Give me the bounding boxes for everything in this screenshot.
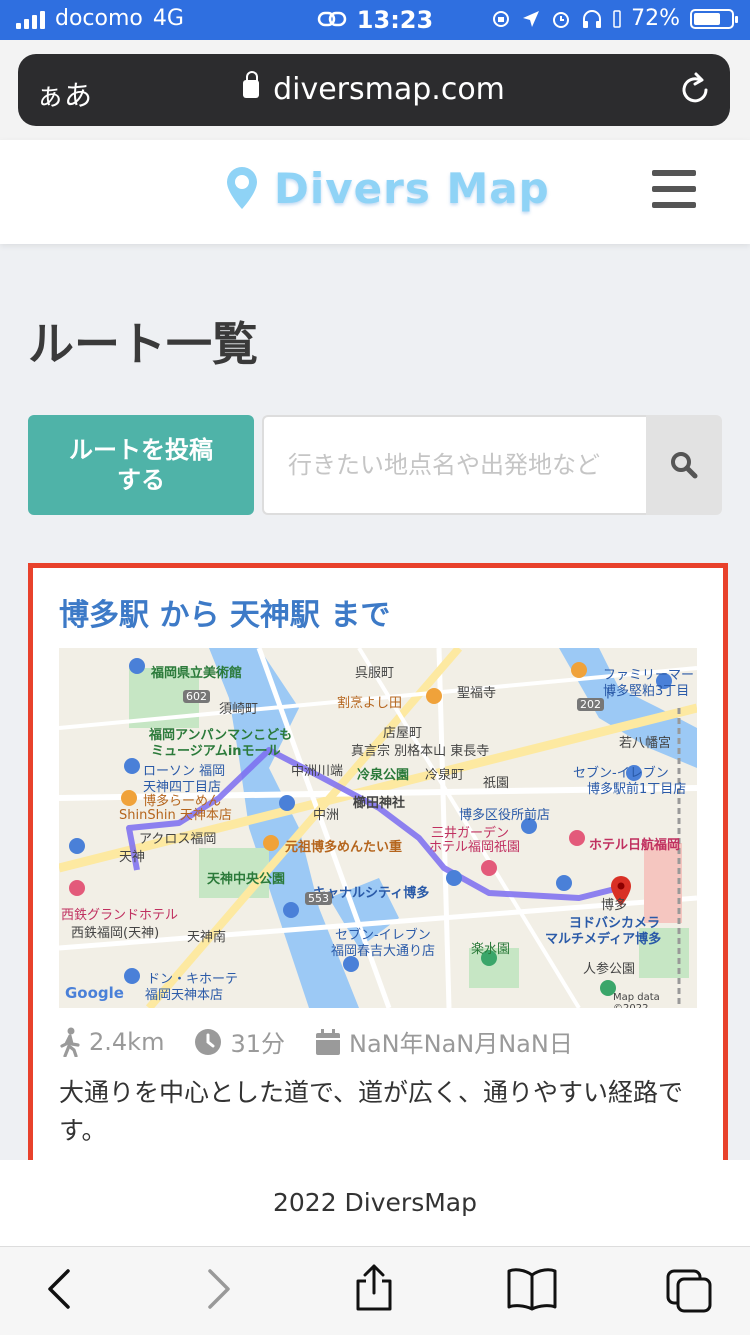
search-icon [671,452,698,479]
search-input[interactable] [262,415,646,515]
route-duration: 31分 [230,1030,285,1058]
map-label: 祇園 [483,776,510,791]
reload-icon[interactable] [678,70,714,108]
map-label: 人参公園 [583,962,636,977]
map-label: 割烹よし田 [337,696,403,711]
battery-icon [690,8,738,29]
clock-time: 13:23 [356,6,434,34]
bookmarks-icon[interactable] [506,1267,558,1311]
map-label: 福岡春吉大通り店 [331,944,436,959]
map-label: 天神南 [187,930,227,945]
url-field[interactable]: ぁあ diversmap.com [18,54,730,126]
map-label: 202 [577,698,604,711]
map-label: ShinShin 天神本店 [119,808,232,823]
map-label: 真言宗 別格本山 東長寺 [351,744,490,759]
menu-icon[interactable] [652,170,696,208]
site-header: Divers Map [0,140,750,244]
url-text: diversmap.com [273,72,505,107]
headphones-icon [583,9,602,28]
map-label: ホテル福岡祇園 [429,840,521,855]
post-route-button[interactable]: ルートを投稿する [28,415,254,515]
map-label: 福岡県立美術館 [151,666,243,681]
map-label: 冷泉町 [425,768,465,783]
map-label: ミュージアムinモール [151,744,281,759]
map-label: 須崎町 [219,702,259,717]
site-footer: 2022 DiversMap [0,1160,750,1246]
page-title: ルート一覧 [28,317,258,371]
alarm-icon [553,11,570,28]
forward-icon[interactable] [204,1267,234,1311]
route-map[interactable]: 福岡県立美術館 須崎町 呉服町 聖福寺 割烹よし田 福岡アンパンマンこども ミュ… [59,648,697,1008]
map-label: 553 [305,892,332,905]
map-pin-icon [227,166,257,209]
battery-percentage: 72% [631,6,680,31]
map-label: 中洲川端 [291,764,344,779]
battery-status-icon [613,9,621,28]
map-label: 西鉄福岡(天神) [71,926,160,941]
map-label: 天神中央公園 [207,872,286,887]
search-button[interactable] [646,415,722,515]
site-logo[interactable]: Divers Map [224,164,550,213]
lock-icon [243,70,260,98]
link-icon [317,11,347,27]
map-label: Map data ©2022 [613,992,660,1008]
route-date: NaN年NaN月NaN日 [349,1030,573,1058]
map-label: 櫛田神社 [353,796,406,811]
browser-toolbar [0,1246,750,1335]
map-label: 呉服町 [355,666,395,681]
map-label: 楽水園 [471,942,511,957]
logo-text: Divers Map [274,164,550,213]
map-label: 博多堅粕3丁目 [603,684,690,699]
browser-address-bar: ぁあ diversmap.com [0,40,750,140]
walking-icon [60,1027,80,1057]
tabs-icon[interactable] [664,1267,714,1313]
back-icon[interactable] [44,1267,74,1311]
map-label: ホテル日航福岡 [589,838,681,853]
map-label: 博多駅前1丁目店 [587,782,687,797]
route-meta: 2.4km 31分 NaN年NaN月NaN日 [59,1024,593,1059]
route-distance: 2.4km [89,1027,165,1056]
orientation-lock-icon [493,10,510,27]
map-label: 中洲 [313,808,340,823]
status-bar: docomo 4G 13:23 72% [0,0,750,40]
map-label: 店屋町 [383,726,423,741]
map-label: 聖福寺 [457,686,497,701]
clock-icon [195,1028,222,1055]
share-icon[interactable] [354,1263,394,1313]
map-label: 博多区役所前店 [459,808,551,823]
map-label: 西鉄グランドホテル [61,908,179,923]
route-card[interactable]: 博多駅 から 天神駅 まで 福岡県立美術館 須崎町 呉服町 聖福寺 割烹よし田 … [28,563,728,1169]
map-label: アクロス福岡 [139,832,217,847]
route-description: 大通りを中心とした道で、道が広く、通りやすい経路です。 [59,1078,684,1145]
map-label: 博多 [601,898,628,913]
map-label: 602 [183,690,210,703]
map-label: 天神 [119,850,146,865]
location-arrow-icon [523,10,540,27]
map-label: 若八幡宮 [619,736,672,751]
route-title-link[interactable]: 博多駅 から 天神駅 まで [59,590,390,634]
map-label: マルチメディア博多 [545,932,662,947]
calendar-icon [316,1028,340,1055]
map-label: Google [65,984,124,1002]
map-label: 冷泉公園 [357,768,410,783]
map-label: 元祖博多めんたい重 [285,840,403,855]
search-bar [262,415,722,515]
map-label: 福岡天神本店 [145,988,224,1003]
